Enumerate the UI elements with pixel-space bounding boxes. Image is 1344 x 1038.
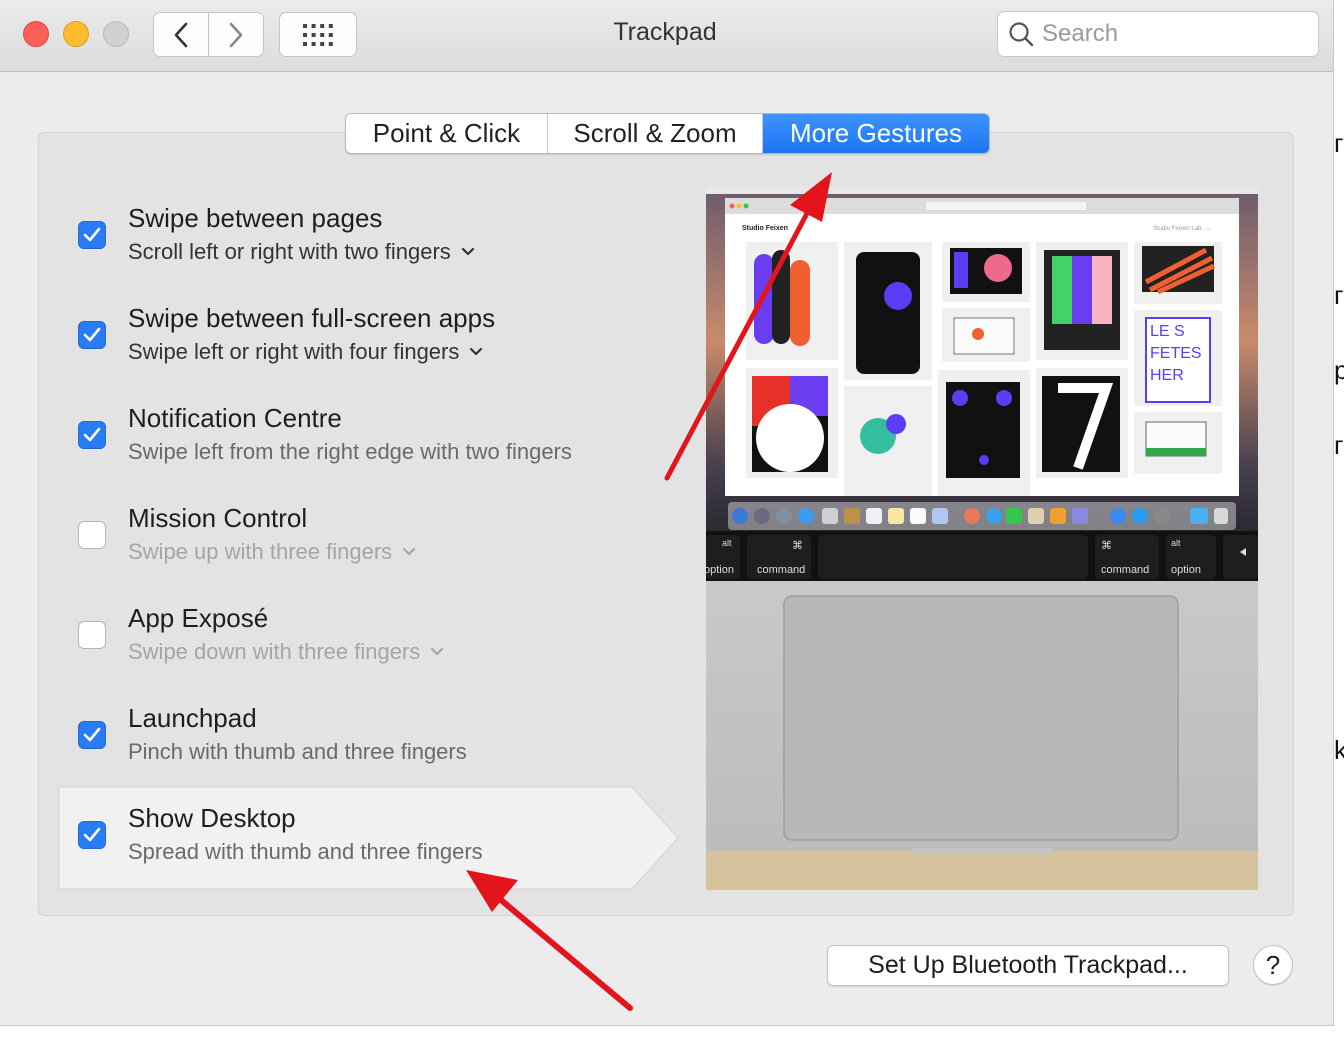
title-bar: Trackpad	[0, 0, 1333, 72]
gesture-title: App Exposé	[128, 603, 269, 633]
gesture-subtitle: Spread with thumb and three fingers	[128, 839, 483, 864]
key-label-option-left: option	[706, 564, 734, 576]
search-field[interactable]	[997, 11, 1319, 57]
gesture-title: Swipe between pages	[128, 203, 383, 233]
chevron-right-icon	[229, 22, 243, 47]
checkmark-icon	[83, 227, 101, 242]
checkbox-swipe-between-pages[interactable]	[78, 221, 106, 249]
gesture-mission-control: Mission Control Swipe up with three fing…	[78, 503, 658, 573]
gesture-option-menu[interactable]: Swipe left or right with four fingers	[128, 339, 483, 365]
search-input[interactable]	[1042, 20, 1302, 48]
forward-button[interactable]	[208, 12, 264, 57]
gesture-notification-centre: Notification Centre Swipe left from the …	[78, 403, 658, 473]
macbook-preview-illustration: Studio Feixen Studio Feixen Lab. → LE S …	[706, 186, 1258, 890]
checkmark-icon	[83, 427, 101, 442]
minimize-window-button[interactable]	[63, 21, 89, 47]
checkbox-app-expose[interactable]	[78, 621, 106, 649]
gesture-title: Show Desktop	[128, 803, 296, 833]
checkbox-swipe-between-fullscreen-apps[interactable]	[78, 321, 106, 349]
gesture-option-menu[interactable]: Swipe up with three fingers	[128, 539, 416, 565]
gesture-title: Notification Centre	[128, 403, 342, 433]
gesture-option-menu[interactable]: Swipe down with three fingers	[128, 639, 444, 665]
gesture-subtitle: Swipe up with three fingers	[128, 539, 393, 564]
help-button[interactable]: ?	[1253, 945, 1293, 985]
svg-text:FETES: FETES	[1150, 345, 1202, 362]
gesture-subtitle: Swipe down with three fingers	[128, 639, 421, 664]
show-all-button[interactable]	[279, 12, 357, 57]
svg-text:HER: HER	[1150, 367, 1184, 384]
key-label-alt-left: alt	[722, 538, 732, 548]
checkmark-icon	[83, 827, 101, 842]
trackpad-preferences-window: Trackpad Point & Click Scroll & Zoom Mor…	[0, 0, 1334, 1026]
zoom-window-button[interactable]	[103, 21, 129, 47]
checkbox-show-desktop[interactable]	[78, 821, 106, 849]
gesture-app-expose: App Exposé Swipe down with three fingers	[78, 603, 658, 673]
key-label-option-right: option	[1171, 564, 1201, 576]
offscreen-edge-glyph: г	[1334, 430, 1344, 460]
checkmark-icon	[83, 727, 101, 742]
gesture-swipe-between-fullscreen-apps: Swipe between full-screen apps Swipe lef…	[78, 303, 658, 373]
gesture-title: Swipe between full-screen apps	[128, 303, 496, 333]
gesture-subtitle: Swipe left from the right edge with two …	[128, 439, 572, 464]
checkbox-notification-centre[interactable]	[78, 421, 106, 449]
chevron-down-icon	[469, 347, 483, 357]
offscreen-edge-glyph: p	[1334, 355, 1344, 385]
gesture-title: Launchpad	[128, 703, 257, 733]
window-title: Trackpad	[613, 18, 717, 46]
tab-scroll-and-zoom[interactable]: Scroll & Zoom	[548, 114, 763, 153]
command-symbol-icon: ⌘	[792, 539, 803, 552]
chevron-left-icon	[174, 22, 188, 47]
checkbox-mission-control[interactable]	[78, 521, 106, 549]
gesture-preview-video: Studio Feixen Studio Feixen Lab. → LE S …	[706, 186, 1258, 890]
setup-bluetooth-trackpad-button[interactable]: Set Up Bluetooth Trackpad...	[827, 945, 1229, 986]
tab-point-and-click[interactable]: Point & Click	[346, 114, 548, 153]
gesture-subtitle: Swipe left or right with four fingers	[128, 339, 460, 364]
tab-bar: Point & Click Scroll & Zoom More Gesture…	[345, 113, 990, 154]
gesture-title: Mission Control	[128, 503, 308, 533]
grid-icon	[303, 23, 333, 46]
tab-more-gestures[interactable]: More Gestures	[763, 114, 989, 153]
gesture-subtitle: Pinch with thumb and three fingers	[128, 739, 467, 764]
checkmark-icon	[83, 327, 101, 342]
chevron-down-icon	[461, 247, 475, 257]
offscreen-edge-glyph: г	[1334, 280, 1344, 310]
key-label-command-left: command	[757, 564, 805, 576]
gesture-option-menu[interactable]: Scroll left or right with two fingers	[128, 239, 475, 265]
checkbox-launchpad[interactable]	[78, 721, 106, 749]
offscreen-edge-glyph: k	[1334, 735, 1344, 765]
chevron-down-icon	[430, 647, 444, 657]
svg-text:LE S: LE S	[1150, 323, 1185, 340]
gesture-launchpad: Launchpad Pinch with thumb and three fin…	[78, 703, 658, 773]
command-symbol-icon: ⌘	[1101, 539, 1112, 552]
key-label-alt-right: alt	[1171, 538, 1181, 548]
search-icon	[1009, 22, 1034, 47]
key-label-command-right: command	[1101, 564, 1149, 576]
back-button[interactable]	[153, 12, 209, 57]
preview-site-name: Studio Feixen	[742, 225, 788, 232]
gesture-swipe-between-pages: Swipe between pages Scroll left or right…	[78, 203, 658, 273]
offscreen-edge-glyph: г	[1334, 128, 1344, 158]
chevron-down-icon	[402, 547, 416, 557]
preview-site-link: Studio Feixen Lab. →	[1153, 226, 1211, 232]
close-window-button[interactable]	[23, 21, 49, 47]
gesture-subtitle: Scroll left or right with two fingers	[128, 239, 451, 264]
gesture-show-desktop[interactable]: Show Desktop Spread with thumb and three…	[78, 803, 658, 873]
